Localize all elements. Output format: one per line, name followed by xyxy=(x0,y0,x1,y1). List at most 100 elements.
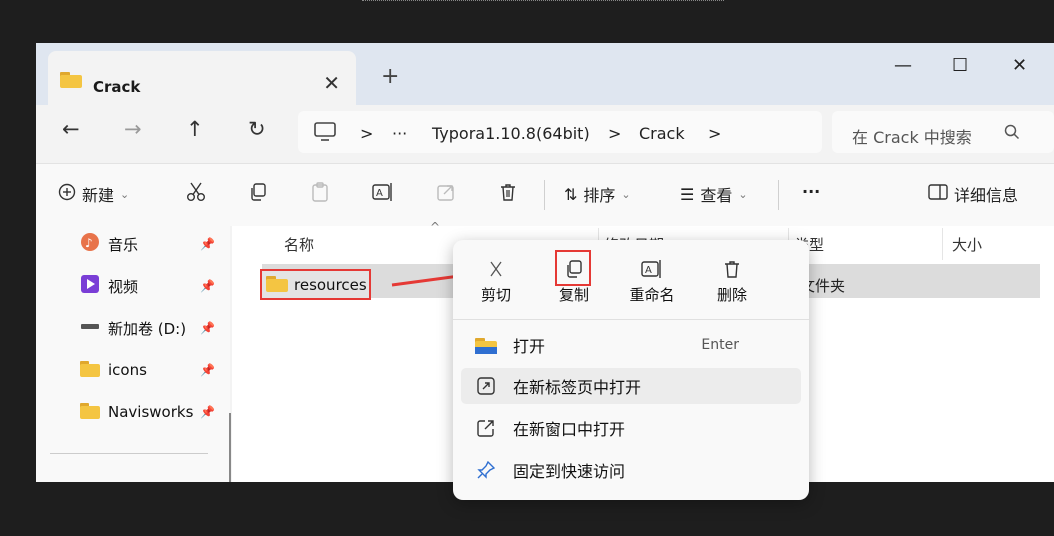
search-icon xyxy=(1004,124,1020,144)
pin-icon: 📌 xyxy=(200,279,215,293)
open-new-tab-icon xyxy=(473,377,499,395)
copy-highlight-box xyxy=(555,250,591,286)
sidebar-item-label: 视频 xyxy=(108,277,139,296)
new-label: 新建 xyxy=(82,186,115,205)
maximize-button[interactable]: ☐ xyxy=(952,57,968,75)
column-header-size[interactable]: 大小 xyxy=(952,234,982,255)
menu-cut-button[interactable]: 剪切 xyxy=(461,254,531,305)
menu-delete-button[interactable]: 删除 xyxy=(697,254,767,305)
music-icon: ♪ xyxy=(80,232,100,256)
close-tab-icon[interactable]: ✕ xyxy=(323,73,340,93)
sort-label: 排序 xyxy=(583,186,616,205)
address-bar[interactable]: > ··· Typora1.10.8(64bit) > Crack > xyxy=(298,111,822,153)
open-new-window-icon xyxy=(473,419,499,437)
search-input[interactable]: 在 Crack 中搜索 xyxy=(832,111,1054,153)
toolbar-divider xyxy=(778,180,779,210)
sidebar-item-label: icons xyxy=(108,361,147,379)
drive-icon xyxy=(80,316,100,340)
svg-text:A: A xyxy=(376,188,383,199)
context-menu: 剪切 复制 A 重命名 删除 打开 Enter 在新标签页中打开 在新窗口中打开… xyxy=(453,240,809,500)
tab-title: Crack xyxy=(93,78,141,96)
close-window-button[interactable]: ✕ xyxy=(1012,57,1027,75)
sidebar-scrollbar[interactable] xyxy=(229,413,231,482)
pin-icon: 📌 xyxy=(200,237,215,251)
folder-open-icon xyxy=(473,336,499,354)
menu-item-open-new-tab[interactable]: 在新标签页中打开 xyxy=(461,368,801,404)
menu-item-pin-quick-access[interactable]: 固定到快速访问 xyxy=(461,452,801,488)
pin-icon xyxy=(473,461,499,479)
column-header-name[interactable]: 名称 xyxy=(284,234,314,255)
breadcrumb-crack[interactable]: Crack xyxy=(639,124,685,143)
breadcrumb-separator[interactable]: > xyxy=(708,124,721,143)
more-options-button[interactable]: ··· xyxy=(802,182,820,201)
view-label: 查看 xyxy=(700,186,733,205)
paste-icon[interactable] xyxy=(310,182,330,202)
details-pane-button[interactable]: 详细信息 xyxy=(928,182,1018,206)
sidebar-item-label: 新加卷 (D:) xyxy=(108,319,187,338)
rename-label: 重命名 xyxy=(629,286,675,304)
refresh-button[interactable]: ↻ xyxy=(248,119,266,140)
file-name-resources[interactable]: resources xyxy=(260,269,371,300)
command-bar: 新建 ⌄ A ⇅ 排序 ⌄ ☰ 查看 ⌄ ··· 详细信息 xyxy=(36,163,1054,226)
menu-item-open[interactable]: 打开 Enter xyxy=(461,327,801,363)
menu-item-label: 打开 xyxy=(513,337,546,356)
minimize-button[interactable]: — xyxy=(894,57,912,75)
copy-icon[interactable] xyxy=(248,182,268,202)
pin-icon: 📌 xyxy=(200,363,215,377)
delete-icon[interactable] xyxy=(498,182,518,202)
view-button[interactable]: ☰ 查看 ⌄ xyxy=(680,182,748,206)
breadcrumb-overflow[interactable]: ··· xyxy=(392,124,407,143)
sidebar-item-video[interactable]: 视频 xyxy=(80,274,138,298)
sort-button[interactable]: ⇅ 排序 ⌄ xyxy=(564,182,631,206)
toolbar-divider xyxy=(544,180,545,210)
tab-crack[interactable]: Crack ✕ xyxy=(48,51,356,105)
menu-item-label: 在新窗口中打开 xyxy=(513,420,626,439)
sidebar-item-music[interactable]: ♪ 音乐 xyxy=(80,232,138,256)
plus-circle-icon xyxy=(58,183,76,205)
cut-icon[interactable] xyxy=(186,182,206,202)
new-tab-button[interactable]: + xyxy=(381,66,399,88)
delete-icon xyxy=(697,254,767,284)
pin-icon: 📌 xyxy=(200,405,215,419)
menu-item-label: 在新标签页中打开 xyxy=(513,378,642,397)
menu-rename-button[interactable]: A 重命名 xyxy=(617,254,687,305)
menu-divider xyxy=(453,319,809,320)
details-pane-icon xyxy=(928,184,948,204)
breadcrumb-separator[interactable]: > xyxy=(360,124,373,143)
folder-icon xyxy=(80,359,100,381)
navigation-pane: ♪ 音乐 📌 视频 📌 新加卷 (D:) 📌 icons 📌 Naviswork… xyxy=(36,226,230,482)
address-row: ← → ↑ ↻ > ··· Typora1.10.8(64bit) > Crac… xyxy=(36,105,1054,163)
sidebar-item-label: Navisworks xyxy=(108,403,194,421)
breadcrumb-separator[interactable]: > xyxy=(608,124,621,143)
forward-button[interactable]: → xyxy=(124,119,142,140)
new-button[interactable]: 新建 ⌄ xyxy=(58,182,129,206)
folder-icon xyxy=(266,274,288,296)
back-button[interactable]: ← xyxy=(62,119,80,140)
menu-shortcut: Enter xyxy=(701,337,739,353)
sidebar-item-label: 音乐 xyxy=(108,235,139,254)
sidebar-item-icons[interactable]: icons xyxy=(80,358,147,382)
up-button[interactable]: ↑ xyxy=(186,119,204,140)
share-icon[interactable] xyxy=(436,182,456,202)
svg-text:A: A xyxy=(645,265,652,276)
folder-icon xyxy=(60,70,82,92)
computer-icon xyxy=(314,122,336,146)
cut-label: 剪切 xyxy=(480,286,511,304)
pin-icon: 📌 xyxy=(200,321,215,335)
chevron-down-icon: ⌄ xyxy=(120,187,130,201)
search-placeholder: 在 Crack 中搜索 xyxy=(852,128,972,147)
sort-icon: ⇅ xyxy=(564,184,578,204)
menu-item-open-new-window[interactable]: 在新窗口中打开 xyxy=(461,410,801,446)
breadcrumb-typora[interactable]: Typora1.10.8(64bit) xyxy=(432,124,590,143)
sidebar-item-drive-d[interactable]: 新加卷 (D:) xyxy=(80,316,186,340)
delete-label: 删除 xyxy=(716,286,747,304)
top-dotted-line xyxy=(362,0,724,3)
menu-item-label: 固定到快速访问 xyxy=(513,462,626,481)
sidebar-item-navisworks[interactable]: Navisworks xyxy=(80,400,193,424)
video-icon xyxy=(80,274,100,298)
chevron-down-icon: ⌄ xyxy=(621,187,631,201)
rename-icon[interactable]: A xyxy=(372,182,394,202)
tab-bar: Crack ✕ + — ☐ ✕ xyxy=(36,43,1054,105)
view-list-icon: ☰ xyxy=(680,184,695,204)
column-separator[interactable] xyxy=(942,228,943,260)
